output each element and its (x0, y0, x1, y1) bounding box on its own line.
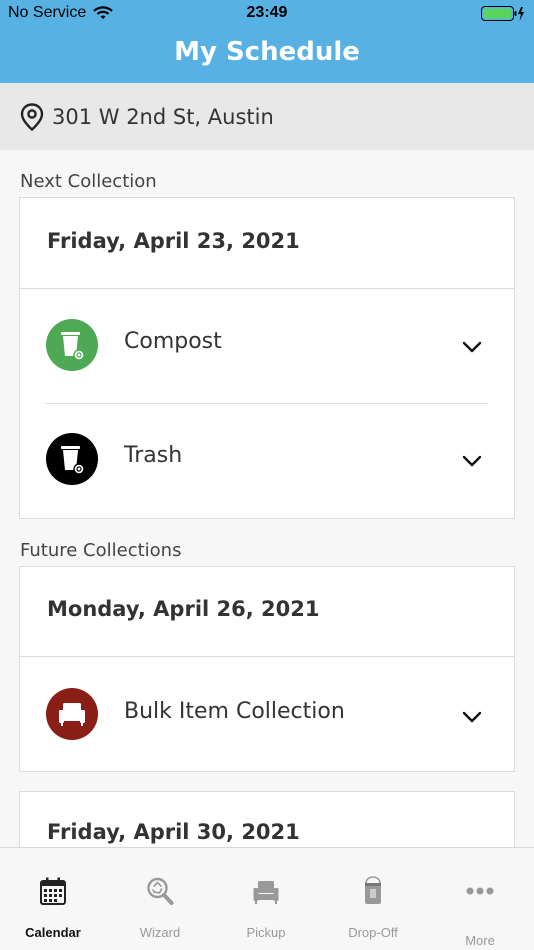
tab-label: Drop-Off (348, 925, 398, 940)
battery-icon (481, 6, 525, 26)
calendar-icon (40, 877, 66, 905)
collection-date: Friday, April 30, 2021 (47, 820, 300, 844)
tab-pickup[interactable]: Pickup (213, 848, 319, 950)
address-text: 301 W 2nd St, Austin (52, 105, 274, 129)
collection-item-compost[interactable]: Compost (20, 289, 514, 403)
location-pin-icon (20, 103, 44, 135)
chevron-down-icon[interactable] (462, 341, 482, 353)
tab-bar: Calendar Wizard Pickup Drop-Off More (0, 847, 534, 950)
clock-time: 23:49 (246, 4, 288, 21)
next-collection-card: Friday, April 23, 2021 Compost Trash (19, 197, 515, 519)
recycle-search-icon (147, 877, 174, 905)
next-collection-label: Next Collection (20, 171, 157, 192)
tab-label: More (465, 933, 495, 948)
chevron-down-icon[interactable] (462, 711, 482, 723)
tab-label: Pickup (246, 925, 286, 940)
tab-calendar[interactable]: Calendar (0, 848, 106, 950)
collection-date: Friday, April 23, 2021 (47, 229, 300, 253)
tab-label: Wizard (139, 925, 181, 940)
collection-item-trash[interactable]: Trash (20, 404, 514, 518)
future-collections-label: Future Collections (20, 540, 182, 561)
item-label: Trash (124, 443, 183, 468)
collection-date: Monday, April 26, 2021 (47, 597, 320, 621)
armchair-icon (46, 688, 98, 740)
compost-cart-icon (46, 319, 98, 371)
address-bar[interactable]: 301 W 2nd St, Austin (0, 83, 534, 150)
future-collection-card: Monday, April 26, 2021 Bulk Item Collect… (19, 566, 515, 772)
trash-cart-icon (46, 433, 98, 485)
tab-drop-off[interactable]: Drop-Off (320, 848, 426, 950)
item-label: Bulk Item Collection (124, 699, 345, 724)
nav-header: My Schedule (0, 28, 534, 83)
tab-wizard[interactable]: Wizard (107, 848, 213, 950)
tab-label: Calendar (25, 925, 81, 940)
armchair-icon (253, 881, 279, 904)
status-bar: No Service 23:49 (0, 0, 534, 28)
page-title: My Schedule (174, 37, 360, 67)
item-label: Compost (124, 329, 222, 354)
tab-more[interactable]: More (427, 848, 533, 950)
chevron-down-icon[interactable] (462, 455, 482, 467)
more-dots-icon (466, 887, 494, 895)
collection-item-bulk[interactable]: Bulk Item Collection (20, 657, 514, 771)
paint-can-icon (365, 876, 381, 904)
